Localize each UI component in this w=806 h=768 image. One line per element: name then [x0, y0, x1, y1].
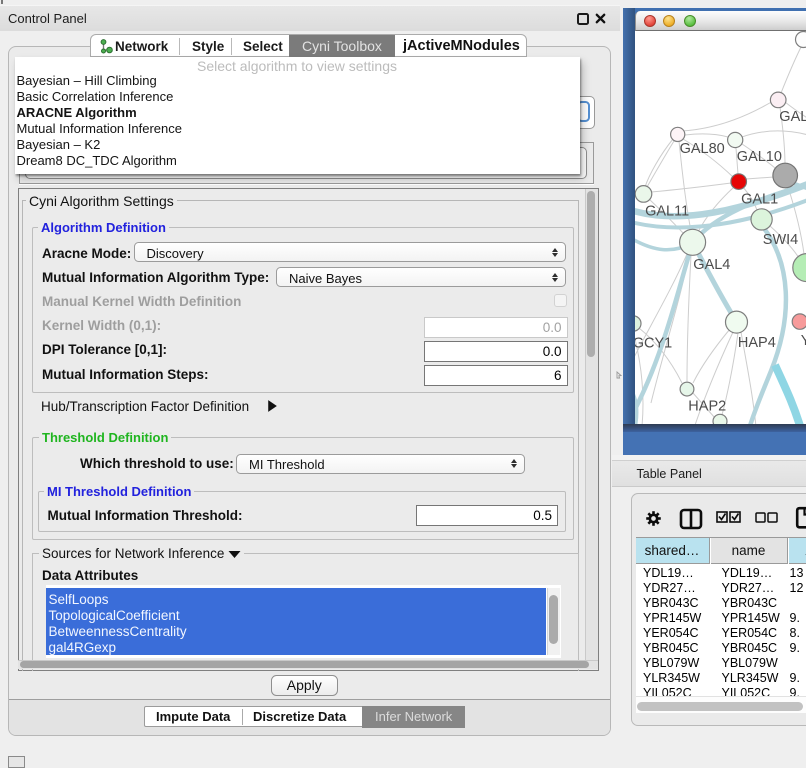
svg-text:GCY1: GCY1 — [635, 335, 672, 351]
svg-text:GAL80: GAL80 — [679, 141, 724, 157]
svg-text:SWI4: SWI4 — [762, 232, 797, 248]
svg-text:Y: Y — [800, 333, 806, 349]
svg-text:GAL10: GAL10 — [736, 149, 781, 165]
svg-text:GAL11: GAL11 — [645, 203, 689, 219]
svg-text:HAP2: HAP2 — [688, 398, 726, 414]
svg-text:HAP4: HAP4 — [737, 335, 775, 351]
svg-text:GAL1: GAL1 — [741, 191, 778, 207]
svg-text:GAL4: GAL4 — [693, 257, 730, 273]
svg-text:GAL7: GAL7 — [779, 109, 806, 125]
